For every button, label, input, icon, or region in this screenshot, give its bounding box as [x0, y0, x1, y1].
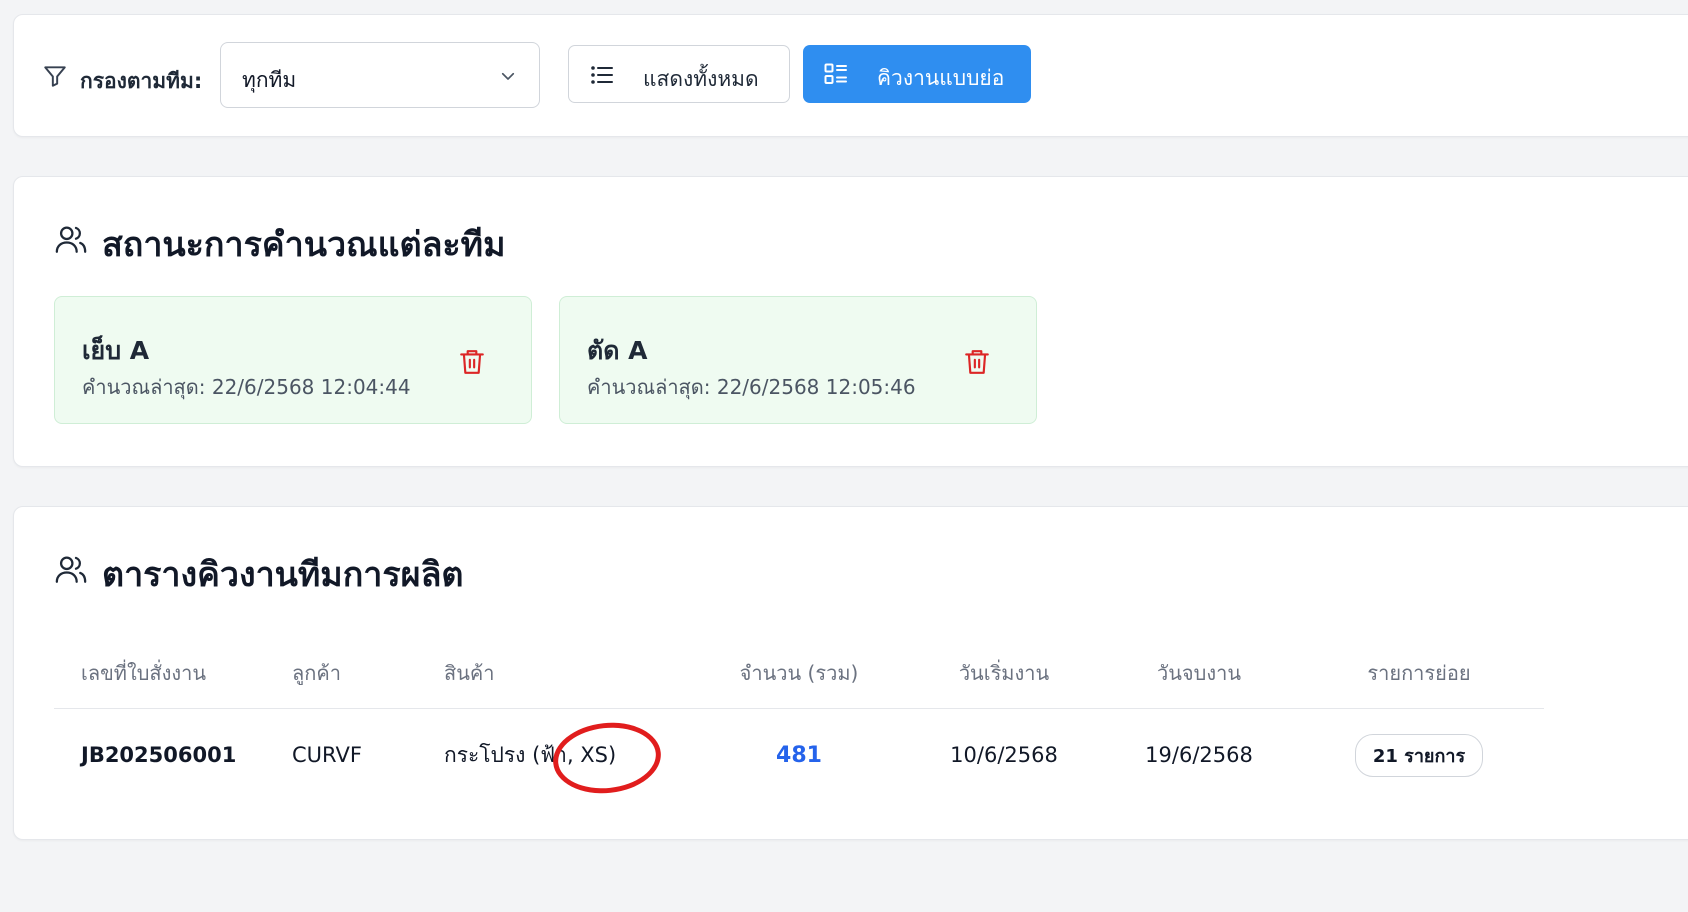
team-last-calc: คำนวณล่าสุด: 22/6/2568 12:05:46: [587, 375, 916, 399]
header-quantity[interactable]: จำนวน (รวม): [694, 637, 904, 709]
cell-customer: CURVF: [292, 743, 362, 767]
filter-label: กรองตามทีม:: [80, 69, 203, 93]
sub-items-badge[interactable]: 21 รายการ: [1354, 733, 1484, 777]
production-queue-section: ตารางคิวงานทีมการผลิต เลขที่ใบสั่งงาน ลู…: [13, 506, 1688, 840]
table-row[interactable]: JB202506001 CURVF กระโปรง (ฟ้า, XS) 481 …: [54, 709, 1544, 802]
compact-list-icon: [824, 63, 847, 84]
team-name: ตัด A: [587, 336, 648, 365]
team-select-value: ทุกทีม: [242, 68, 297, 92]
cell-job-no: JB202506001: [81, 743, 237, 767]
filter-bar: กรองตามทีม: ทุกทีม แสดงทั้งหมด คิวงานแบบ…: [13, 14, 1688, 137]
list-icon: [591, 66, 613, 84]
queue-title: ตารางคิวงานทีมการผลิต: [102, 555, 464, 595]
header-start-date[interactable]: วันเริ่มงาน: [904, 637, 1104, 709]
cell-quantity[interactable]: 481: [694, 709, 904, 802]
team-last-calc: คำนวณล่าสุด: 22/6/2568 12:04:44: [82, 375, 411, 399]
compact-queue-label: คิวงานแบบย่อ: [877, 66, 1005, 90]
cell-end-date: 19/6/2568: [1145, 743, 1253, 767]
team-status-title: สถานะการคำนวณแต่ละทีม: [102, 225, 506, 265]
team-card: ตัด A คำนวณล่าสุด: 22/6/2568 12:05:46: [559, 296, 1037, 424]
team-card: เย็บ A คำนวณล่าสุด: 22/6/2568 12:04:44: [54, 296, 532, 424]
users-icon: [55, 226, 87, 253]
header-customer[interactable]: ลูกค้า: [292, 637, 444, 709]
team-name: เย็บ A: [82, 336, 150, 365]
show-all-button[interactable]: แสดงทั้งหมด: [568, 45, 790, 103]
cell-sub-items: 21 รายการ: [1294, 709, 1544, 802]
header-product[interactable]: สินค้า: [444, 637, 694, 709]
filter-icon: [44, 66, 66, 87]
queue-table: เลขที่ใบสั่งงาน ลูกค้า สินค้า จำนวน (รวม…: [54, 637, 1544, 801]
header-sub-items[interactable]: รายการย่อย: [1294, 637, 1544, 709]
cell-start-date: 10/6/2568: [950, 743, 1058, 767]
compact-queue-button[interactable]: คิวงานแบบย่อ: [803, 45, 1031, 103]
show-all-label: แสดงทั้งหมด: [643, 67, 759, 91]
trash-icon[interactable]: [964, 348, 990, 376]
table-header-row: เลขที่ใบสั่งงาน ลูกค้า สินค้า จำนวน (รวม…: [54, 637, 1544, 709]
team-select[interactable]: ทุกทีม: [220, 42, 540, 108]
chevron-down-icon: [501, 72, 515, 80]
trash-icon[interactable]: [459, 348, 485, 376]
header-end-date[interactable]: วันจบงาน: [1104, 637, 1294, 709]
header-job-no[interactable]: เลขที่ใบสั่งงาน: [54, 637, 292, 709]
users-icon: [55, 556, 87, 583]
team-status-section: สถานะการคำนวณแต่ละทีม เย็บ A คำนวณล่าสุด…: [13, 176, 1688, 467]
